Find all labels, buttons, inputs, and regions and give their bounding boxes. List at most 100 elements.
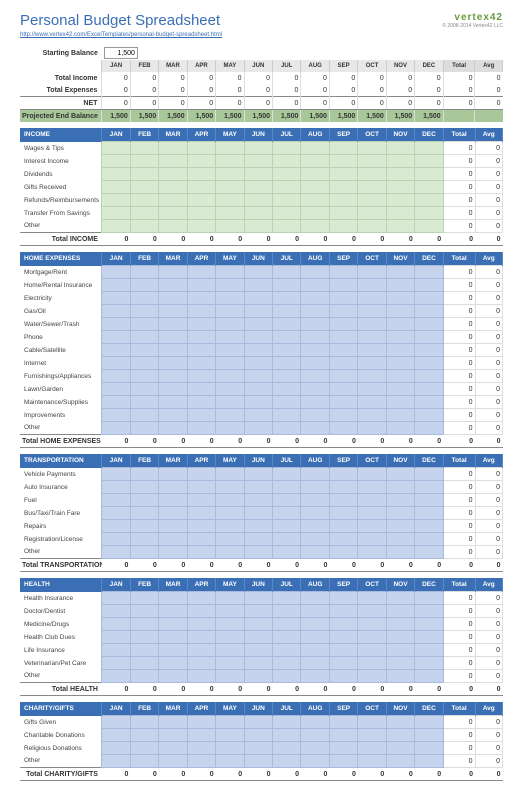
data-cell[interactable] (130, 207, 158, 220)
data-cell[interactable] (187, 605, 215, 618)
data-cell[interactable] (415, 644, 443, 657)
data-cell[interactable] (273, 468, 301, 481)
data-cell[interactable] (187, 657, 215, 670)
data-cell[interactable] (159, 618, 187, 631)
data-cell[interactable] (102, 742, 130, 755)
data-cell[interactable] (301, 755, 329, 768)
data-cell[interactable] (415, 742, 443, 755)
data-cell[interactable] (187, 168, 215, 181)
data-cell[interactable] (130, 181, 158, 194)
data-cell[interactable] (159, 481, 187, 494)
data-cell[interactable] (415, 220, 443, 233)
data-cell[interactable] (415, 155, 443, 168)
data-cell[interactable] (102, 618, 130, 631)
data-cell[interactable] (216, 409, 244, 422)
data-cell[interactable] (415, 716, 443, 729)
data-cell[interactable] (273, 194, 301, 207)
data-cell[interactable] (187, 194, 215, 207)
data-cell[interactable] (187, 318, 215, 331)
data-cell[interactable] (102, 344, 130, 357)
data-cell[interactable] (159, 546, 187, 559)
data-cell[interactable] (273, 168, 301, 181)
data-cell[interactable] (130, 631, 158, 644)
data-cell[interactable] (329, 292, 357, 305)
data-cell[interactable] (130, 396, 158, 409)
data-cell[interactable] (244, 494, 272, 507)
data-cell[interactable] (159, 168, 187, 181)
data-cell[interactable] (358, 344, 386, 357)
data-cell[interactable] (216, 279, 244, 292)
data-cell[interactable] (187, 266, 215, 279)
data-cell[interactable] (301, 657, 329, 670)
data-cell[interactable] (358, 533, 386, 546)
data-cell[interactable] (386, 155, 414, 168)
data-cell[interactable] (130, 605, 158, 618)
data-cell[interactable] (102, 481, 130, 494)
data-cell[interactable] (301, 618, 329, 631)
data-cell[interactable] (130, 657, 158, 670)
data-cell[interactable] (244, 481, 272, 494)
data-cell[interactable] (358, 409, 386, 422)
data-cell[interactable] (301, 383, 329, 396)
data-cell[interactable] (273, 618, 301, 631)
data-cell[interactable] (386, 383, 414, 396)
data-cell[interactable] (216, 494, 244, 507)
data-cell[interactable] (244, 592, 272, 605)
data-cell[interactable] (187, 155, 215, 168)
data-cell[interactable] (130, 370, 158, 383)
data-cell[interactable] (273, 318, 301, 331)
data-cell[interactable] (187, 468, 215, 481)
data-cell[interactable] (386, 533, 414, 546)
data-cell[interactable] (130, 220, 158, 233)
data-cell[interactable] (273, 220, 301, 233)
data-cell[interactable] (358, 383, 386, 396)
data-cell[interactable] (187, 383, 215, 396)
data-cell[interactable] (159, 383, 187, 396)
data-cell[interactable] (216, 220, 244, 233)
data-cell[interactable] (159, 155, 187, 168)
data-cell[interactable] (102, 409, 130, 422)
data-cell[interactable] (159, 670, 187, 683)
data-cell[interactable] (386, 546, 414, 559)
data-cell[interactable] (415, 533, 443, 546)
data-cell[interactable] (244, 618, 272, 631)
data-cell[interactable] (130, 266, 158, 279)
data-cell[interactable] (301, 644, 329, 657)
data-cell[interactable] (415, 422, 443, 435)
data-cell[interactable] (130, 383, 158, 396)
data-cell[interactable] (130, 618, 158, 631)
data-cell[interactable] (301, 155, 329, 168)
data-cell[interactable] (273, 181, 301, 194)
data-cell[interactable] (216, 370, 244, 383)
data-cell[interactable] (358, 181, 386, 194)
data-cell[interactable] (358, 207, 386, 220)
data-cell[interactable] (159, 181, 187, 194)
data-cell[interactable] (102, 396, 130, 409)
data-cell[interactable] (159, 331, 187, 344)
data-cell[interactable] (358, 292, 386, 305)
data-cell[interactable] (102, 220, 130, 233)
data-cell[interactable] (329, 670, 357, 683)
data-cell[interactable] (244, 631, 272, 644)
data-cell[interactable] (358, 670, 386, 683)
data-cell[interactable] (301, 357, 329, 370)
data-cell[interactable] (329, 592, 357, 605)
data-cell[interactable] (358, 142, 386, 155)
data-cell[interactable] (329, 716, 357, 729)
data-cell[interactable] (386, 631, 414, 644)
data-cell[interactable] (187, 631, 215, 644)
data-cell[interactable] (130, 670, 158, 683)
data-cell[interactable] (187, 305, 215, 318)
data-cell[interactable] (102, 266, 130, 279)
data-cell[interactable] (244, 409, 272, 422)
data-cell[interactable] (216, 422, 244, 435)
data-cell[interactable] (386, 305, 414, 318)
data-cell[interactable] (130, 292, 158, 305)
data-cell[interactable] (358, 546, 386, 559)
data-cell[interactable] (273, 409, 301, 422)
data-cell[interactable] (159, 194, 187, 207)
data-cell[interactable] (273, 142, 301, 155)
data-cell[interactable] (415, 207, 443, 220)
data-cell[interactable] (244, 742, 272, 755)
data-cell[interactable] (415, 168, 443, 181)
